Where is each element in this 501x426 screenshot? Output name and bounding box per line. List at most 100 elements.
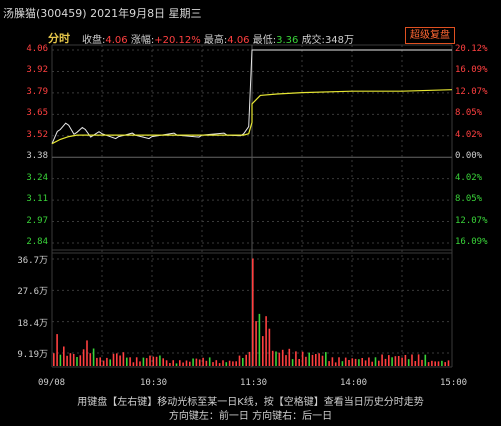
- volume-bar: [122, 352, 125, 366]
- volume-bar: [218, 363, 221, 366]
- volume-bar: [228, 360, 231, 366]
- volume-bar: [222, 360, 224, 366]
- percent-tick-label: 12.07%: [455, 215, 488, 226]
- volume-bar: [437, 361, 440, 366]
- percent-tick-label: 8.05%: [455, 194, 483, 205]
- volume-bar: [351, 358, 354, 366]
- volume-bar: [268, 328, 271, 366]
- volume-bar: [238, 355, 241, 366]
- percent-tick-label: 0.00%: [455, 151, 483, 162]
- price-tick-label: 3.24: [26, 172, 48, 183]
- volume-bars: [53, 258, 450, 366]
- volume-bar: [129, 357, 131, 366]
- volume-bar: [102, 360, 105, 366]
- volume-bar: [106, 357, 108, 366]
- volume-bar: [391, 357, 393, 366]
- volume-bar: [328, 361, 330, 366]
- volume-bar: [112, 353, 115, 366]
- volume-bar: [421, 359, 423, 366]
- volume-bar: [53, 353, 55, 366]
- price-tick-label: 3.79: [26, 86, 48, 97]
- volume-bar: [126, 357, 128, 366]
- volume-bar: [305, 356, 307, 366]
- volume-bar: [401, 357, 403, 366]
- volume-bar: [315, 354, 317, 366]
- volume-bar: [169, 363, 171, 366]
- volume-bar: [232, 361, 234, 366]
- volume-bar: [364, 360, 367, 366]
- volume-bar: [152, 356, 155, 366]
- volume-bar: [212, 362, 214, 366]
- volume-bar: [298, 359, 300, 366]
- volume-bar: [79, 355, 82, 366]
- price-tick-label: 3.65: [26, 108, 48, 119]
- volume-bar: [331, 357, 334, 366]
- volume-bar: [172, 360, 174, 366]
- volume-bar: [427, 362, 430, 366]
- percent-tick-label: 4.02%: [455, 129, 483, 140]
- time-tick-label: 10:30: [140, 378, 168, 388]
- volume-bar: [285, 355, 287, 366]
- volume-bar: [404, 355, 407, 366]
- volume-bar: [431, 360, 433, 366]
- volume-bar: [417, 354, 420, 366]
- volume-bar: [235, 361, 237, 366]
- volume-bar: [441, 360, 443, 366]
- volume-bar: [301, 351, 304, 366]
- volume-bar: [142, 357, 145, 366]
- volume-bar: [76, 357, 78, 366]
- volume-bar: [69, 353, 72, 366]
- volume-bar: [89, 353, 92, 366]
- volume-bar: [116, 353, 118, 366]
- volume-bar: [189, 361, 191, 366]
- volume-bar: [321, 355, 324, 366]
- volume-bar: [291, 359, 294, 366]
- volume-bar: [185, 360, 188, 366]
- volume-bar: [225, 362, 228, 366]
- price-tick-label: 3.52: [26, 129, 48, 140]
- volume-bar: [215, 360, 218, 366]
- volume-bar: [424, 354, 427, 366]
- volume-bar: [334, 362, 337, 366]
- volume-bar: [338, 357, 340, 366]
- time-tick-label: 09/08: [38, 378, 66, 388]
- percent-tick-label: 8.05%: [455, 108, 483, 119]
- volume-bar: [192, 358, 194, 366]
- volume-bar: [407, 359, 410, 366]
- volume-bar: [182, 362, 184, 366]
- volume-bar: [378, 360, 380, 366]
- volume-bar: [56, 334, 58, 366]
- volume-bar: [371, 361, 373, 366]
- volume-bar: [179, 360, 181, 366]
- volume-bar: [434, 361, 436, 366]
- volume-bar: [411, 354, 413, 366]
- volume-bar: [311, 354, 314, 366]
- volume-bar: [278, 352, 281, 366]
- volume-bar: [358, 359, 360, 366]
- volume-bar: [59, 354, 62, 366]
- percent-tick-label: 16.09%: [455, 65, 488, 76]
- volume-bar: [195, 358, 198, 366]
- volume-bar: [86, 340, 88, 366]
- volume-bar: [318, 353, 320, 366]
- volume-bar: [397, 356, 400, 366]
- volume-bar: [394, 356, 397, 366]
- time-tick-label: 15:00: [440, 378, 468, 388]
- volume-bar: [72, 354, 75, 366]
- volume-bar: [205, 360, 208, 366]
- percent-tick-label: 16.09%: [455, 237, 488, 247]
- volume-bar: [374, 357, 377, 366]
- volume-bar: [135, 357, 138, 366]
- volume-tick-label: 27.6万: [17, 287, 48, 298]
- volume-bar: [159, 355, 161, 366]
- intraday-chart[interactable]: [0, 0, 501, 426]
- volume-bar: [341, 361, 344, 366]
- volume-bar: [198, 359, 201, 366]
- volume-bar: [132, 362, 135, 366]
- price-tick-label: 4.06: [26, 44, 48, 54]
- volume-bar: [242, 358, 244, 366]
- help-line-2: 方向键左：前一日 方向键右：后一日: [168, 411, 333, 422]
- volume-bar: [381, 354, 383, 366]
- volume-bar: [258, 313, 261, 366]
- volume-bar: [384, 358, 387, 366]
